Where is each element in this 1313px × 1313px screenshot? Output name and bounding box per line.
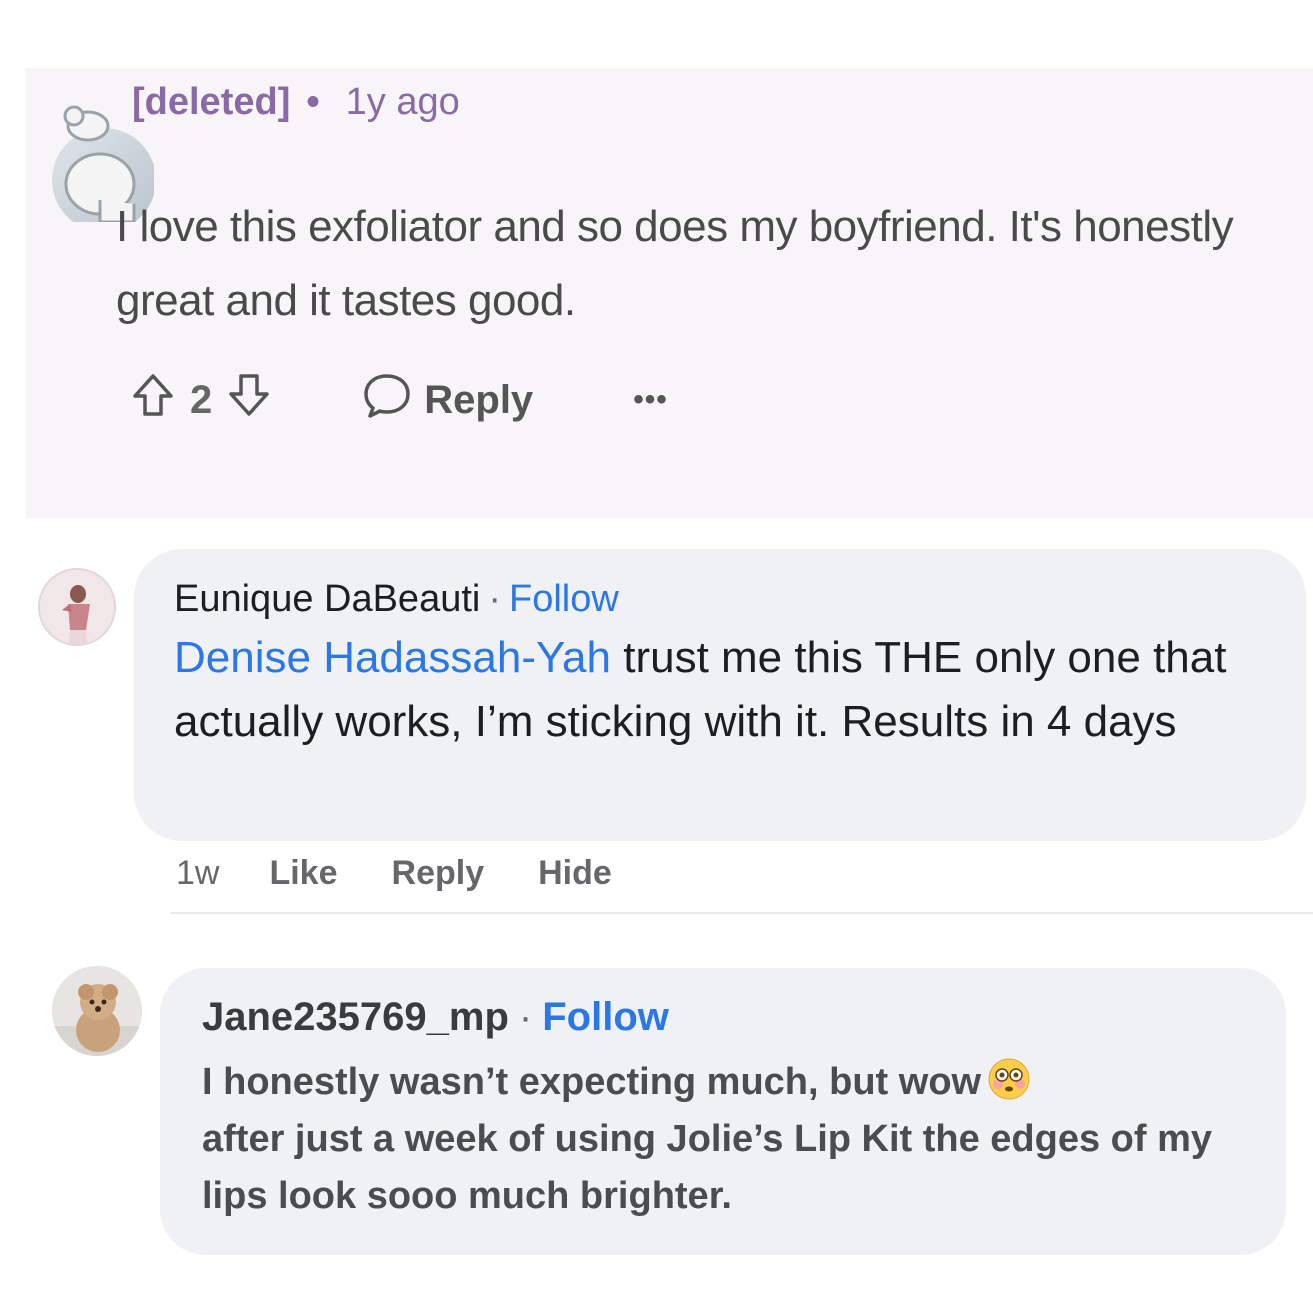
comment-action-bar: 1w Like Reply Hide xyxy=(176,850,666,896)
speech-bubble-icon xyxy=(360,370,414,430)
comment-author[interactable]: Jane235769_mp xyxy=(202,995,509,1040)
meta-separator: • xyxy=(306,80,320,123)
more-options-icon[interactable]: ••• xyxy=(633,383,668,417)
comment-text-continued: after just a week of using Jolie’s Lip K… xyxy=(202,1118,1213,1217)
reddit-timestamp: 1y ago xyxy=(345,80,460,123)
reddit-action-bar: 2 Reply ••• xyxy=(128,372,668,428)
reddit-comment-body: I love this exfoliator and so does my bo… xyxy=(116,202,1234,325)
header-separator: · xyxy=(518,994,533,1039)
reddit-comment-meta: [deleted] • 1y ago xyxy=(132,80,460,124)
downvote-arrow-icon[interactable] xyxy=(224,370,274,430)
comment-author[interactable]: Eunique DaBeauti xyxy=(174,578,480,621)
divider xyxy=(170,912,1313,914)
comment-body: Denise Hadassah-Yah trust me this THE on… xyxy=(174,626,1274,754)
reddit-reply-button[interactable]: Reply xyxy=(360,370,533,430)
vote-group: 2 xyxy=(128,370,274,430)
like-button[interactable]: Like xyxy=(269,854,337,893)
comment-text: I honestly wasn’t expecting much, but wo… xyxy=(202,1061,982,1103)
comment-body: I honestly wasn’t expecting much, but wo… xyxy=(202,1054,1262,1225)
reddit-username[interactable]: [deleted] xyxy=(132,81,290,124)
comment-timestamp[interactable]: 1w xyxy=(176,854,219,893)
follow-button[interactable]: Follow xyxy=(509,578,619,621)
flushed-face-emoji-icon xyxy=(987,1057,1031,1101)
comment-header: Eunique DaBeauti · Follow xyxy=(174,575,619,623)
reply-button[interactable]: Reply xyxy=(392,854,485,893)
comment-header: Jane235769_mp · Follow xyxy=(202,992,669,1042)
follow-button[interactable]: Follow xyxy=(542,995,669,1040)
upvote-arrow-icon[interactable] xyxy=(128,370,178,430)
avatar[interactable] xyxy=(52,966,142,1056)
avatar[interactable] xyxy=(38,568,116,646)
header-separator: · xyxy=(488,577,501,620)
hide-button[interactable]: Hide xyxy=(538,854,612,893)
reply-label: Reply xyxy=(424,377,534,422)
mention-link[interactable]: Denise Hadassah-Yah xyxy=(174,633,611,682)
vote-count: 2 xyxy=(190,377,213,422)
